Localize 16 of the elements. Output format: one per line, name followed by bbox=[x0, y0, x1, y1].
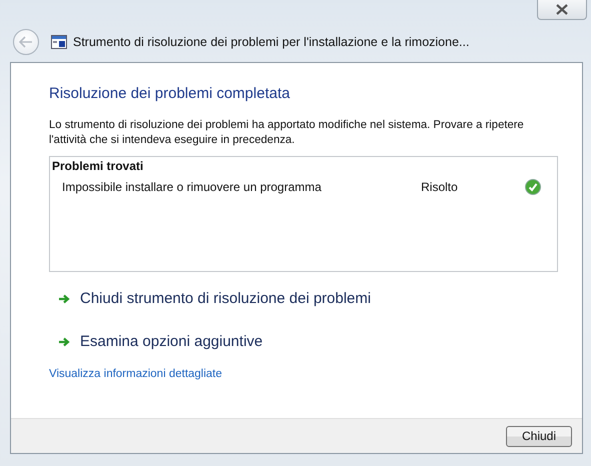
details-link[interactable]: Visualizza informazioni dettagliate bbox=[49, 368, 222, 380]
arrow-icon bbox=[59, 336, 70, 346]
description-text: Lo strumento di risoluzione dei problemi ha apportato modifiche nel sistema. Provare a ripetere l'attività che si intendeva eseguire in precedenza. bbox=[49, 118, 525, 148]
action-link[interactable]: Esamina opzioni aggiuntive bbox=[59, 333, 371, 350]
arrow-icon bbox=[59, 294, 70, 304]
problem-status: Risolto bbox=[421, 180, 459, 194]
close-dialog-button[interactable]: Chiudi bbox=[506, 426, 572, 446]
window-icon bbox=[51, 35, 67, 49]
action-link[interactable]: Chiudi strumento di risoluzione dei problemi bbox=[59, 290, 371, 307]
problem-name: Impossibile installare o rimuovere un programma bbox=[62, 180, 322, 194]
page-heading: Risoluzione dei problemi completata bbox=[49, 85, 290, 102]
close-button[interactable] bbox=[537, 0, 587, 20]
back-arrow-icon bbox=[19, 36, 33, 48]
close-icon bbox=[555, 4, 569, 15]
panel-title: Problemi trovati bbox=[52, 159, 144, 173]
window-title: Strumento di risoluzione dei problemi per l'installazione e la rimozione... bbox=[73, 35, 470, 49]
